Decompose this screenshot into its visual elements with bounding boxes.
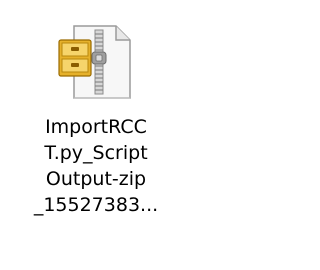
file-name-line-1: ImportRCC xyxy=(45,116,147,138)
file-name-label[interactable]: ImportRCC T.py_Script Output-zip _155273… xyxy=(22,114,170,218)
zip-file-item[interactable]: ImportRCC T.py_Script Output-zip _155273… xyxy=(0,0,242,270)
file-name-line-2: T.py_Script xyxy=(44,142,148,164)
file-name-line-4: _15527383... xyxy=(33,194,159,216)
file-name-line-3: Output-zip xyxy=(45,168,147,190)
desktop: ImportRCC T.py_Script Output-zip _155273… xyxy=(0,0,242,270)
zip-archive-icon xyxy=(56,24,136,100)
